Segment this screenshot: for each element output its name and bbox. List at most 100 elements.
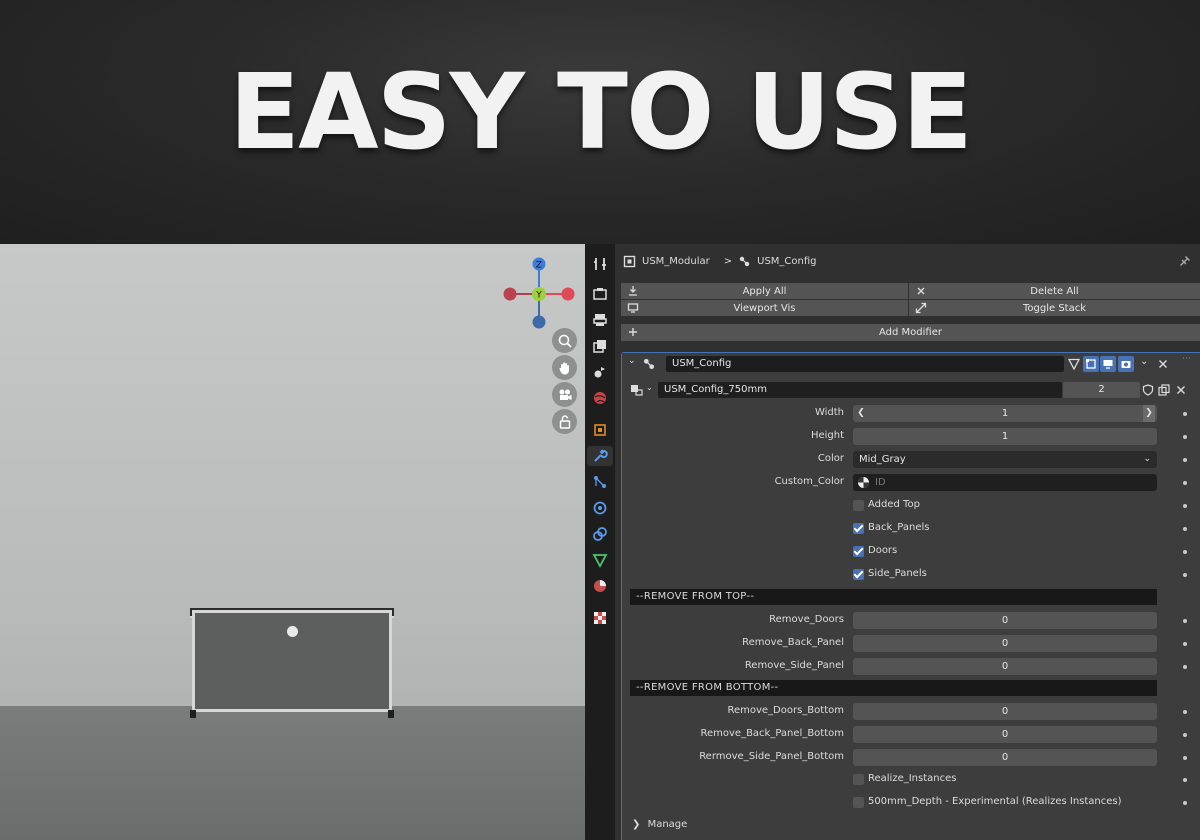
physics-icon[interactable] [590,498,610,518]
cage-toggle-icon[interactable] [1083,356,1099,372]
gizmo-neg-z-handle[interactable] [532,315,546,329]
camera-view-icon[interactable] [552,382,577,407]
lock-icon[interactable] [552,409,577,434]
tool-settings-icon[interactable] [590,254,610,274]
realize-instances-checkbox[interactable] [853,774,864,785]
scene-icon[interactable] [590,362,610,382]
properties-editor: USM_Modular > USM_Config Apply All Delet… [615,244,1200,840]
keyframe-dot-icon[interactable] [1183,619,1187,623]
gizmo-neg-x-handle[interactable] [503,287,517,301]
modifier-name-field[interactable]: USM_Config [666,356,1064,372]
remove-back-panel-bottom-field[interactable]: 0 [853,726,1157,743]
modifier-header: ⌄ USM_Config ⌄ ⋯ [622,353,1200,375]
color-dropdown[interactable]: Mid_Gray ⌄ [853,451,1157,468]
increment-icon[interactable]: ❯ [1143,405,1155,422]
add-modifier-button[interactable]: Add Modifier [621,324,1200,341]
side-panels-checkbox[interactable] [853,569,864,580]
height-field[interactable]: 1 [853,428,1157,445]
remove-doors-label: Remove_Doors [769,614,844,625]
keyframe-dot-icon[interactable] [1183,504,1187,508]
decrement-icon[interactable]: ❮ [855,405,867,422]
breadcrumb-object[interactable]: USM_Modular [642,256,710,267]
keyframe-dot-icon[interactable] [1183,665,1187,669]
keyframe-dot-icon[interactable] [1183,412,1187,416]
unlink-close-icon[interactable] [1176,385,1186,395]
duplicate-icon[interactable] [1158,384,1170,396]
breadcrumb-modifier[interactable]: USM_Config [757,256,816,267]
viewport-toggle-icon[interactable] [1100,356,1116,372]
material-icon[interactable] [590,576,610,596]
side-panels-label: Side_Panels [868,568,927,579]
remove-back-panel-bottom-label: Remove_Back_Panel_Bottom [700,728,844,739]
drag-handle-icon[interactable]: ⋯ [1182,354,1191,364]
keyframe-dot-icon[interactable] [1183,527,1187,531]
viewport-floor [0,706,585,840]
close-icon[interactable] [1158,359,1168,369]
world-icon[interactable] [590,388,610,408]
cabinet-knob [287,626,298,637]
modifier-wrench-icon[interactable] [587,446,613,466]
dropdown-chevron-icon[interactable]: ⌄ [1140,356,1148,367]
texture-icon[interactable] [590,608,610,628]
zoom-icon[interactable] [552,328,577,353]
navigation-gizmo[interactable]: Z Y [500,250,580,330]
keyframe-dot-icon[interactable] [1183,756,1187,760]
render-settings-icon[interactable] [590,284,610,304]
custom-color-label: Custom_Color [774,476,844,487]
edit-mode-toggle-icon[interactable] [1066,356,1082,372]
delete-all-button[interactable]: Delete All [909,283,1200,299]
back-panels-checkbox[interactable] [853,523,864,534]
keyframe-dot-icon[interactable] [1183,458,1187,462]
geometry-nodes-icon [739,256,750,266]
custom-color-field[interactable]: ID [853,474,1157,491]
add-modifier-label: Add Modifier [879,327,942,338]
node-group-field[interactable]: USM_Config_750mm [658,382,1062,398]
node-tree-icon[interactable] [630,383,644,397]
object-data-icon[interactable] [590,550,610,570]
remove-doors-bottom-field[interactable]: 0 [853,703,1157,720]
viewport-vis-button[interactable]: Viewport Vis [621,300,908,316]
keyframe-dot-icon[interactable] [1183,642,1187,646]
view-layer-icon[interactable] [590,336,610,356]
gizmo-y-label: Y [535,291,542,301]
width-field[interactable]: ❮ 1 ❯ [853,405,1157,422]
keyframe-dot-icon[interactable] [1183,435,1187,439]
gizmo-z-label: Z [536,261,542,271]
keyframe-dot-icon[interactable] [1183,710,1187,714]
keyframe-dot-icon[interactable] [1183,481,1187,485]
remove-side-panel-bottom-field[interactable]: 0 [853,749,1157,766]
user-count-field[interactable]: 2 [1063,382,1140,398]
viewport-3d[interactable]: Z Y [0,244,585,840]
keyframe-dot-icon[interactable] [1183,778,1187,782]
pan-hand-icon[interactable] [552,355,577,380]
keyframe-dot-icon[interactable] [1183,733,1187,737]
hero-banner: EASY TO USE [0,0,1200,244]
remove-back-panel-label: Remove_Back_Panel [742,637,844,648]
manage-subpanel[interactable]: ❯ Manage [632,819,687,830]
node-tree-chevron-icon[interactable]: ⌄ [646,383,653,392]
apply-all-button[interactable]: Apply All [621,283,908,299]
custom-color-placeholder: ID [875,477,886,488]
width-label: Width [814,407,844,418]
doors-checkbox[interactable] [853,546,864,557]
remove-doors-field[interactable]: 0 [853,612,1157,629]
pin-icon[interactable] [1179,254,1192,267]
height-label: Height [810,430,844,441]
collapse-chevron-icon[interactable]: ⌄ [628,356,636,366]
keyframe-dot-icon[interactable] [1183,573,1187,577]
doors-label: Doors [868,545,898,556]
keyframe-dot-icon[interactable] [1183,550,1187,554]
object-icon[interactable] [590,420,610,440]
output-settings-icon[interactable] [590,310,610,330]
render-camera-toggle-icon[interactable] [1118,356,1134,372]
remove-side-panel-field[interactable]: 0 [853,658,1157,675]
keyframe-dot-icon[interactable] [1183,801,1187,805]
particles-icon[interactable] [590,472,610,492]
constraints-icon[interactable] [590,524,610,544]
fake-user-shield-icon[interactable] [1142,384,1154,396]
depth-500mm-checkbox[interactable] [853,797,864,808]
toggle-stack-button[interactable]: Toggle Stack [909,300,1200,316]
remove-back-panel-field[interactable]: 0 [853,635,1157,652]
gizmo-x-handle[interactable] [561,287,575,301]
added-top-checkbox[interactable] [853,500,864,511]
